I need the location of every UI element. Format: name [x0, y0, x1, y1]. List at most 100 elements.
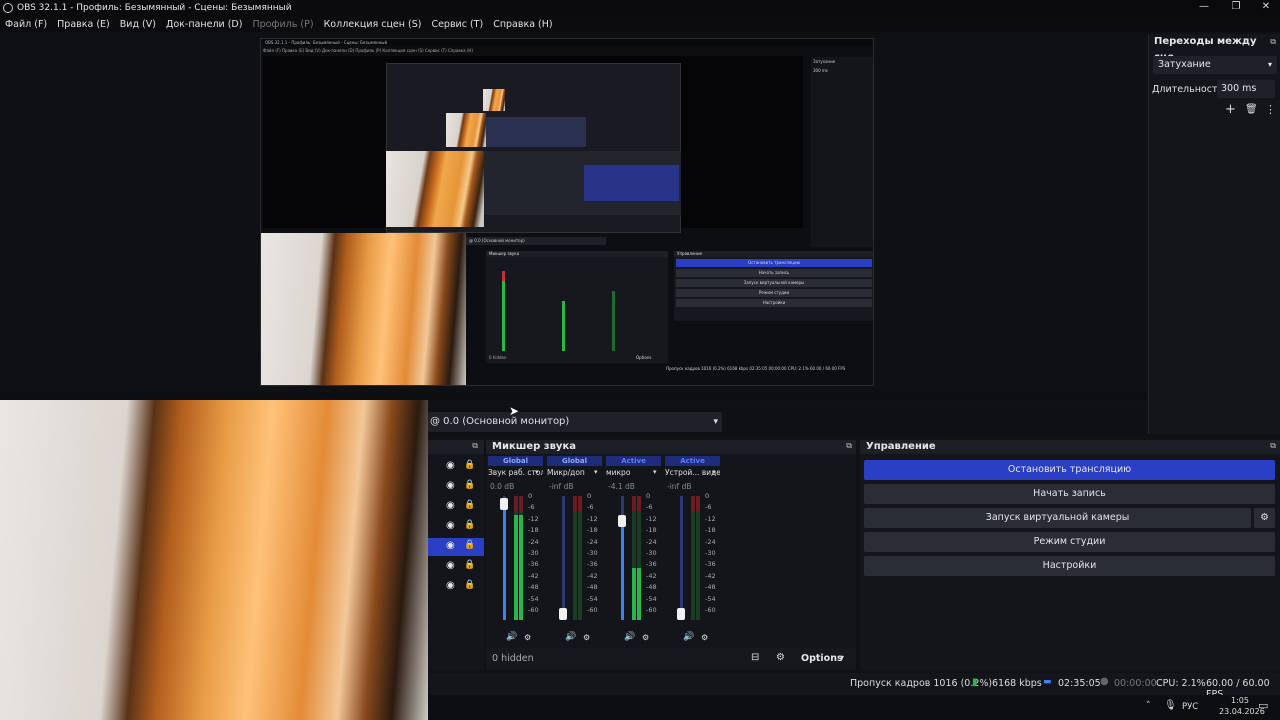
menu-docks[interactable]: Док-панели (D)	[166, 19, 242, 30]
menu-scene-collection[interactable]: Коллекция сцен (S)	[324, 19, 422, 30]
chevron-down-icon[interactable]: ▾	[712, 468, 716, 476]
speaker-icon[interactable]: 🔊	[506, 632, 517, 642]
chevron-down-icon: ▾	[840, 653, 845, 662]
settings-button[interactable]: Настройки	[864, 556, 1275, 576]
virtual-camera-settings-button[interactable]: ⚙	[1254, 508, 1275, 528]
fader-handle[interactable]	[618, 515, 626, 527]
record-icon: ●	[1100, 676, 1109, 687]
source-row[interactable]: ◉ 🔒	[428, 458, 484, 476]
start-virtual-camera-button[interactable]: Запуск виртуальной камеры	[864, 508, 1251, 528]
channel-settings-icon[interactable]: ⚙	[642, 633, 649, 642]
mixer-layout-icon[interactable]: ⊟	[751, 652, 759, 663]
volume-fader[interactable]	[559, 496, 567, 620]
dropped-frames: Пропуск кадров 1016 (0.2%)	[850, 678, 993, 689]
meter-scale-tick: -30	[705, 549, 716, 557]
source-row[interactable]: ◉ 🔒	[428, 478, 484, 496]
lock-icon[interactable]: 🔒	[464, 560, 475, 570]
channel-settings-icon[interactable]: ⚙	[701, 633, 708, 642]
fader-handle[interactable]	[559, 608, 567, 620]
language-indicator[interactable]: РУС	[1182, 702, 1198, 712]
level-meter	[632, 496, 636, 620]
menu-profile[interactable]: Профиль (P)	[252, 19, 313, 30]
delete-transition-icon[interactable]: 🗑	[1245, 104, 1258, 115]
start-recording-button[interactable]: Начать запись	[864, 484, 1275, 504]
clock-time[interactable]: 1:05	[1231, 696, 1249, 705]
maximize-button[interactable]: ❐	[1220, 0, 1252, 16]
speaker-icon[interactable]: 🔊	[624, 632, 635, 642]
eye-icon[interactable]: ◉	[446, 580, 455, 591]
menu-file[interactable]: Файл (F)	[5, 19, 47, 30]
volume-fader[interactable]	[677, 496, 685, 620]
nested-controls: Управление Остановить трансляцию Начать …	[674, 251, 873, 321]
menu-view[interactable]: Вид (V)	[120, 19, 156, 30]
level-meter	[573, 496, 577, 620]
meter-scale-tick: -42	[587, 571, 598, 580]
minimize-button[interactable]: —	[1188, 0, 1220, 16]
chevron-down-icon[interactable]: ▾	[535, 468, 539, 476]
level-meter	[578, 496, 582, 620]
source-row[interactable]: ◉ 🔒	[428, 558, 484, 576]
chevron-up-icon[interactable]: ˄	[1146, 701, 1151, 711]
mixer-options-button[interactable]: Options	[801, 653, 843, 664]
transition-select[interactable]: Затухание ▾	[1153, 56, 1277, 74]
close-button[interactable]: ✕	[1250, 0, 1280, 16]
eye-icon[interactable]: ◉	[446, 520, 455, 531]
bitrate: 6168 kbps	[992, 678, 1042, 689]
volume-fader[interactable]	[618, 496, 626, 620]
dock-float-icon[interactable]: ⧉	[1270, 37, 1276, 47]
meter-scale-tick: -48	[587, 583, 598, 592]
eye-icon[interactable]: ◉	[446, 460, 455, 471]
notification-icon[interactable]: ▭	[1258, 699, 1268, 712]
menu-tools[interactable]: Сервис (T)	[431, 19, 483, 30]
add-transition-icon[interactable]: +	[1225, 102, 1236, 117]
microphone-icon[interactable]: 🎙	[1164, 700, 1177, 711]
menu-help[interactable]: Справка (H)	[493, 19, 552, 30]
mixer-settings-icon[interactable]: ⚙	[776, 652, 785, 663]
source-row[interactable]: ◉ 🔒	[428, 498, 484, 516]
status-bar: Пропуск кадров 1016 (0.2%) ▮ 6168 kbps ▬…	[428, 673, 1280, 700]
lock-icon[interactable]: 🔒	[464, 580, 475, 590]
menu-edit[interactable]: Правка (E)	[57, 19, 110, 30]
source-row[interactable]: ◉ 🔒	[428, 538, 484, 556]
fader-handle[interactable]	[500, 498, 508, 510]
meter-scale-tick: -24	[587, 537, 598, 546]
eye-icon[interactable]: ◉	[446, 560, 455, 571]
speaker-icon[interactable]: 🔊	[565, 632, 576, 642]
lock-icon[interactable]: 🔒	[464, 520, 475, 530]
fader-handle[interactable]	[677, 608, 685, 620]
menu-bar: Файл (F) Правка (E) Вид (V) Док-панели (…	[0, 16, 1280, 32]
channel-settings-icon[interactable]: ⚙	[524, 633, 531, 642]
transition-menu-icon[interactable]: ⋮	[1265, 103, 1276, 116]
lock-icon[interactable]: 🔒	[464, 480, 475, 490]
nested-mixer: Микшер звука 0 hidden Options	[486, 251, 668, 363]
source-row[interactable]: ◉ 🔒	[428, 518, 484, 536]
duration-spinbox[interactable]: 300 ms	[1217, 80, 1275, 98]
lock-icon[interactable]: 🔒	[464, 540, 475, 550]
dock-float-icon[interactable]: ⧉	[1270, 441, 1276, 451]
taskbar: ˄ 🎙 РУС 1:05 23.04.2026 ▭	[428, 695, 1280, 720]
monitor-select[interactable]: @ 0.0 (Основной монитор) ▾	[428, 412, 722, 432]
dock-float-icon[interactable]: ⧉	[472, 441, 478, 451]
lock-icon[interactable]: 🔒	[464, 460, 475, 470]
chevron-down-icon[interactable]: ▾	[653, 468, 657, 476]
source-row[interactable]: ◉ 🔒	[428, 578, 484, 596]
eye-icon[interactable]: ◉	[446, 480, 455, 491]
audio-mixer-panel: Микшер звука ⧉ GlobalЗвук раб. стола▾0.0…	[486, 440, 856, 670]
eye-icon[interactable]: ◉	[446, 540, 455, 551]
volume-fader[interactable]	[500, 496, 508, 620]
eye-icon[interactable]: ◉	[446, 500, 455, 511]
chevron-down-icon[interactable]: ▾	[594, 468, 598, 476]
transitions-panel: Переходы между сце... ⧉ Затухание ▾ Длит…	[1148, 34, 1280, 434]
meter-scale-tick: -12	[705, 514, 716, 523]
channel-settings-icon[interactable]: ⚙	[583, 633, 590, 642]
studio-mode-button[interactable]: Режим студии	[864, 532, 1275, 552]
stop-stream-button[interactable]: Остановить трансляцию	[864, 460, 1275, 480]
meter-scale-tick: -48	[528, 583, 539, 592]
speaker-icon[interactable]: 🔊	[683, 632, 694, 642]
dock-float-icon[interactable]: ⧉	[846, 441, 852, 451]
mixer-title: Микшер звука	[486, 440, 856, 454]
mouse-cursor-icon: ➤	[509, 404, 520, 418]
lock-icon[interactable]: 🔒	[464, 500, 475, 510]
meter-scale-tick: -60	[587, 606, 598, 614]
hidden-count[interactable]: 0 hidden	[492, 653, 534, 664]
